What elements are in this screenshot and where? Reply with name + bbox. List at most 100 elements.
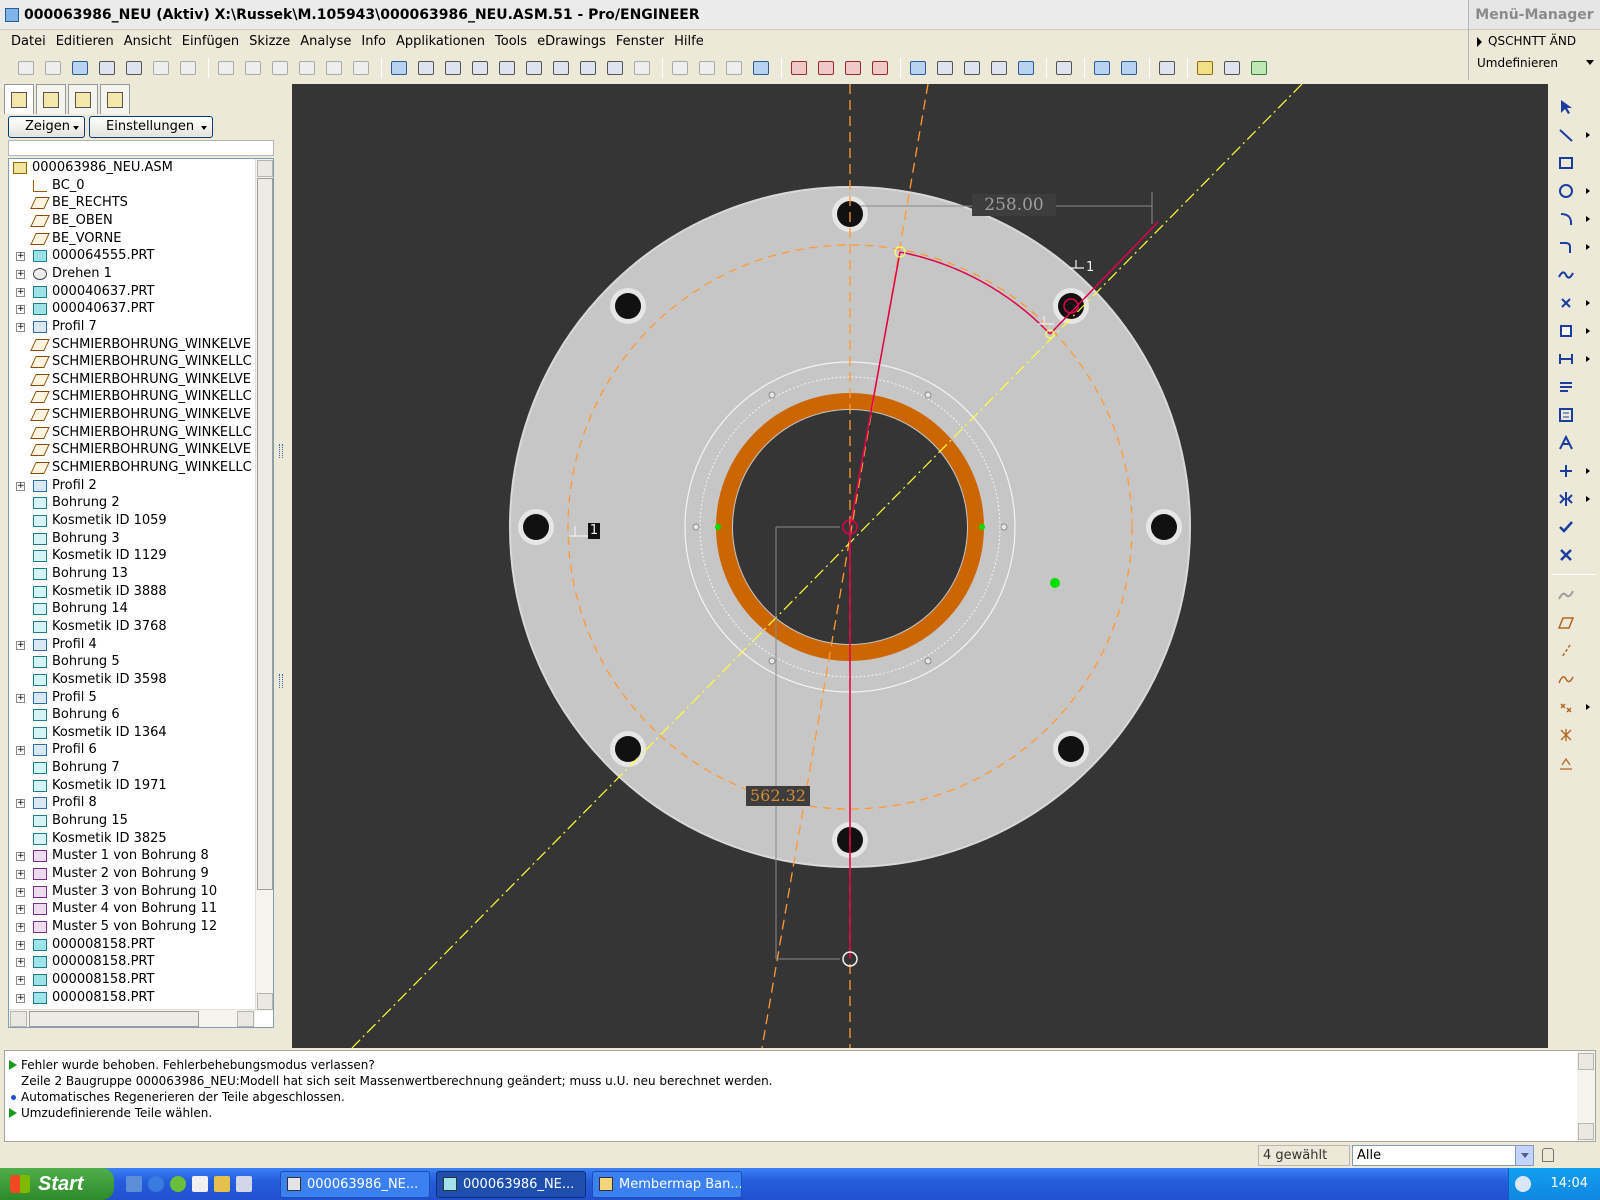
zoom-in-button[interactable]: [468, 57, 492, 79]
tree-item[interactable]: + Drehen 1: [9, 265, 255, 283]
menu-manager-item-qschntt[interactable]: QSCHNTT ÄND: [1469, 30, 1600, 52]
print-button[interactable]: [95, 57, 119, 79]
point-tool-button[interactable]: [1554, 292, 1590, 314]
start-button[interactable]: Start: [0, 1168, 114, 1200]
context-help-button[interactable]: [1155, 57, 1179, 79]
tree-item[interactable]: Kosmetik ID 3598: [9, 671, 255, 689]
tab-connections[interactable]: [100, 84, 130, 114]
email-button[interactable]: [122, 57, 146, 79]
send-button[interactable]: [149, 57, 173, 79]
tree-item[interactable]: BC_0: [9, 177, 255, 195]
scroll-thumb[interactable]: [257, 178, 273, 890]
spin-center-button[interactable]: [414, 57, 438, 79]
expand-icon[interactable]: +: [16, 305, 25, 314]
tree-item[interactable]: SCHMIERBOHRUNG_WINKELLC: [9, 424, 255, 442]
tree-item[interactable]: Bohrung 3: [9, 530, 255, 548]
selection-filter[interactable]: Alle: [1352, 1145, 1534, 1166]
regenerate-button[interactable]: [349, 57, 373, 79]
line-tool-button[interactable]: [1554, 124, 1590, 146]
refit-button[interactable]: [522, 57, 546, 79]
tree-item[interactable]: + Muster 2 von Bohrung 9: [9, 865, 255, 883]
expand-icon[interactable]: +: [16, 323, 25, 332]
model-tree-filter[interactable]: [8, 140, 274, 156]
menu-datei[interactable]: Datei: [6, 31, 51, 53]
tree-item[interactable]: BE_OBEN: [9, 212, 255, 230]
csys-display-button[interactable]: [868, 57, 892, 79]
proe-launcher-icon[interactable]: [214, 1176, 230, 1192]
csys-tool-button[interactable]: [1554, 724, 1578, 746]
reorient-button[interactable]: [549, 57, 573, 79]
new-file-button[interactable]: [14, 57, 38, 79]
wireframe-button[interactable]: [668, 57, 692, 79]
scroll-down-button[interactable]: [257, 993, 273, 1010]
panel-splitter[interactable]: [276, 84, 286, 1046]
tree-item[interactable]: Kosmetik ID 1971: [9, 777, 255, 795]
internet-explorer-icon[interactable]: [148, 1176, 164, 1192]
scroll-right-button[interactable]: [237, 1011, 254, 1027]
tree-item[interactable]: Bohrung 5: [9, 653, 255, 671]
zoom-out-button[interactable]: [495, 57, 519, 79]
sketch-orient-button[interactable]: [906, 57, 930, 79]
modify-tool-button[interactable]: [1554, 376, 1578, 398]
tree-item[interactable]: BE_RECHTS: [9, 194, 255, 212]
expand-icon[interactable]: +: [16, 888, 25, 897]
expand-icon[interactable]: +: [16, 252, 25, 261]
accept-button[interactable]: [1554, 516, 1578, 538]
graphics-window[interactable]: 258.00 562.32 1 1: [292, 84, 1548, 1048]
sketch-curve-tool-button[interactable]: [1554, 584, 1578, 606]
orient-mode-button[interactable]: [441, 57, 465, 79]
show-button[interactable]: Zeigen: [8, 116, 86, 138]
tree-item[interactable]: +000064555.PRT: [9, 247, 255, 265]
menu-analyse[interactable]: Analyse: [295, 31, 356, 53]
tree-item[interactable]: Bohrung 15: [9, 812, 255, 830]
taskbar-item-proe-2[interactable]: 000063986_NE...: [436, 1171, 586, 1198]
save-button[interactable]: [68, 57, 92, 79]
tree-item[interactable]: BE_VORNE: [9, 230, 255, 248]
tree-item[interactable]: SCHMIERBOHRUNG_WINKELLC: [9, 388, 255, 406]
datum-point-tool-button[interactable]: [1554, 696, 1590, 718]
tree-item[interactable]: SCHMIERBOHRUNG_WINKELVE: [9, 371, 255, 389]
tree-root[interactable]: 000063986_NEU.ASM: [9, 159, 255, 177]
tree-item[interactable]: +000008158.PRT: [9, 989, 255, 1007]
tree-item[interactable]: + Muster 4 von Bohrung 11: [9, 900, 255, 918]
menu-fenster[interactable]: Fenster: [611, 31, 669, 53]
open-file-button[interactable]: [41, 57, 65, 79]
send-link-button[interactable]: [176, 57, 200, 79]
tree-item[interactable]: Kosmetik ID 3825: [9, 830, 255, 848]
expand-icon[interactable]: +: [16, 641, 25, 650]
tree-item[interactable]: + Profil 5: [9, 689, 255, 707]
menu-edrawings[interactable]: eDrawings: [532, 31, 611, 53]
taskbar-item-proe-1[interactable]: 000063986_NE...: [280, 1171, 430, 1198]
menu-skizze[interactable]: Skizze: [244, 31, 295, 53]
redo-button[interactable]: [241, 57, 265, 79]
layers-button[interactable]: [603, 57, 627, 79]
no-hidden-button[interactable]: [722, 57, 746, 79]
scroll-down-button[interactable]: [1578, 1123, 1594, 1140]
saved-views-button[interactable]: [576, 57, 600, 79]
tree-item[interactable]: SCHMIERBOHRUNG_WINKELVE: [9, 406, 255, 424]
tree-item[interactable]: Bohrung 2: [9, 494, 255, 512]
window-close-button[interactable]: [1117, 57, 1141, 79]
menu-applikationen[interactable]: Applikationen: [391, 31, 490, 53]
settings-button[interactable]: Einstellungen: [89, 116, 214, 138]
tree-item[interactable]: SCHMIERBOHRUNG_WINKELLC: [9, 459, 255, 477]
tab-favorites[interactable]: [68, 84, 98, 114]
tree-item[interactable]: + Muster 3 von Bohrung 10: [9, 883, 255, 901]
cancel-button[interactable]: [1554, 544, 1578, 566]
tree-item[interactable]: Kosmetik ID 1129: [9, 547, 255, 565]
tree-vertical-scrollbar[interactable]: [255, 159, 273, 1011]
paste-button[interactable]: [295, 57, 319, 79]
constraints-tool-button[interactable]: [1554, 404, 1578, 426]
tab-folder-browser[interactable]: [36, 84, 66, 114]
constraint-display-button[interactable]: [960, 57, 984, 79]
hidden-line-button[interactable]: [695, 57, 719, 79]
network-icon[interactable]: [170, 1176, 186, 1192]
grid-display-button[interactable]: [987, 57, 1011, 79]
window-activate-button[interactable]: [1090, 57, 1114, 79]
arc-tool-button[interactable]: [1554, 208, 1590, 230]
menu-hilfe[interactable]: Hilfe: [669, 31, 709, 53]
tree-item[interactable]: +000008158.PRT: [9, 971, 255, 989]
undo-button[interactable]: [214, 57, 238, 79]
expand-icon[interactable]: +: [16, 976, 25, 985]
tree-item[interactable]: + Profil 4: [9, 636, 255, 654]
